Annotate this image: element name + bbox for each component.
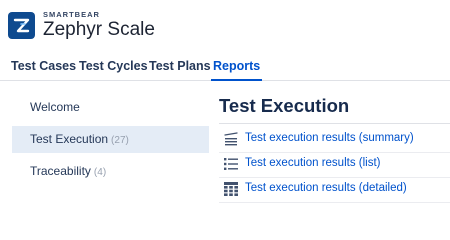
product-name: Zephyr Scale [43, 19, 155, 40]
tab-reports[interactable]: Reports [211, 53, 263, 81]
report-link-summary[interactable]: Test execution results (summary) [245, 128, 414, 148]
sidebar-item-label: Traceability [30, 164, 91, 178]
sidebar-item-count: (27) [111, 135, 129, 146]
sidebar-item-test-execution[interactable]: Test Execution (27) [12, 126, 209, 153]
report-link-detailed[interactable]: Test execution results (detailed) [245, 178, 407, 198]
sidebar-item-label: Welcome [30, 100, 80, 114]
company-name: SMARTBEAR [43, 10, 100, 19]
report-link-list[interactable]: Test execution results (list) [245, 153, 381, 173]
reports-sidebar: Welcome Test Execution (27) Traceability(… [0, 91, 210, 206]
title-divider [219, 123, 450, 124]
row-divider [219, 202, 450, 203]
app-logo[interactable]: SMARTBEAR Zephyr Scale [8, 7, 155, 43]
sidebar-item-traceability[interactable]: Traceability (4) [12, 158, 209, 185]
sidebar-item-count: (4) [93, 167, 107, 178]
tab-test-cases[interactable]: Test Cases [9, 53, 78, 81]
report-item-list[interactable]: Test execution results (list) [219, 153, 450, 178]
list-icon [224, 157, 238, 171]
sidebar-item-welcome[interactable]: Welcome [12, 94, 209, 121]
sidebar-item-label: Test Execution [30, 132, 109, 146]
grid-table-icon [224, 182, 238, 196]
tab-test-cycles[interactable]: Test Cycles [77, 53, 150, 81]
page-title: Test Execution [219, 95, 350, 116]
tab-test-plans[interactable]: Test Plans [147, 53, 213, 81]
report-content: Test Execution Test execution results (s… [219, 91, 450, 206]
main-tabs: Test Cases Test Cycles Test Plans Report… [0, 53, 450, 81]
summary-chart-icon [224, 132, 238, 146]
report-item-detailed[interactable]: Test execution results (detailed) [219, 178, 450, 203]
report-item-summary[interactable]: Test execution results (summary) [219, 128, 450, 153]
zephyr-logo-icon [8, 11, 35, 39]
